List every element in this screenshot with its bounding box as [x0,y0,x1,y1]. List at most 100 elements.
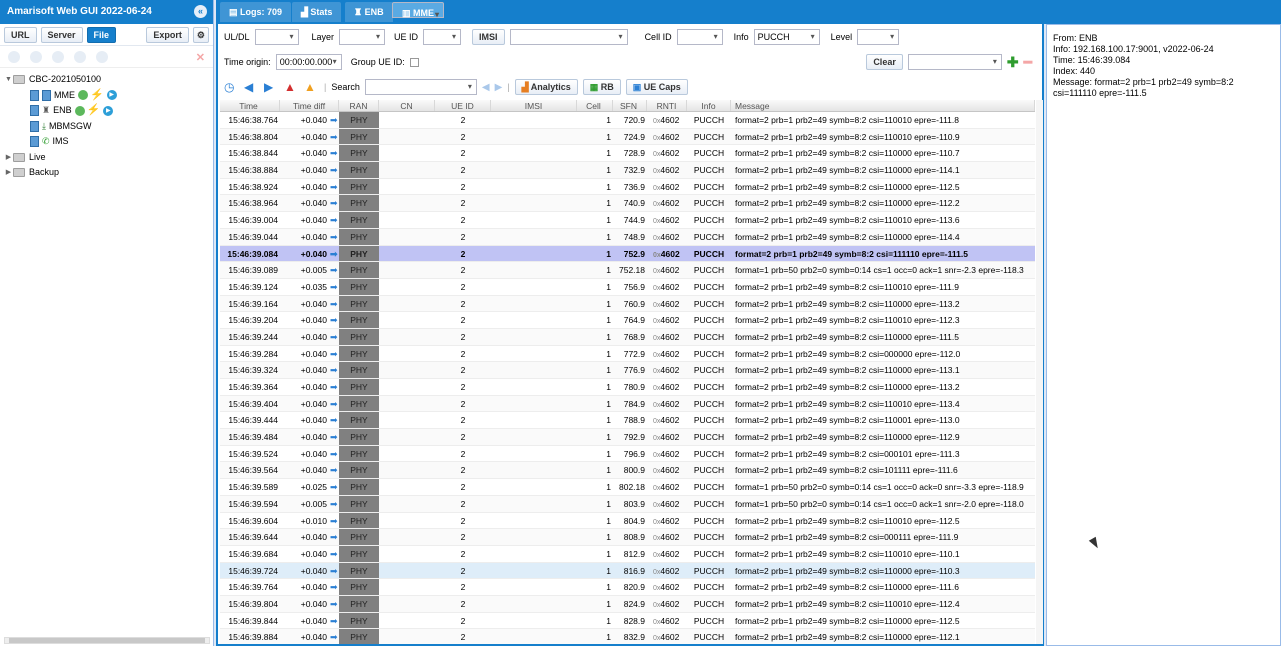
server-button[interactable]: Server [40,26,83,43]
check-icon[interactable] [30,50,42,63]
table-row[interactable]: 15:46:39.364 +0.040 ➡ PHY 2 1 780.9 0x4602 PUCCH… [220,379,1035,396]
uldl-select[interactable] [254,29,299,45]
table-row[interactable]: 15:46:39.004 +0.040 ➡ PHY 2 1 744.9 0x4602 PUCCH… [220,212,1035,229]
table-row[interactable]: 15:46:39.844 +0.040 ➡ PHY 2 1 828.9 0x4602 PUCCH… [220,612,1035,630]
column-cn[interactable]: CN [379,100,435,111]
table-row[interactable]: 15:46:39.594 +0.005 ➡ PHY 2 1 803.9 0x4602 PUCCH… [220,495,1035,513]
rb-button[interactable]: ▦ RB [582,79,621,95]
play-icon[interactable]: ▶ [106,90,117,101]
column-time[interactable]: Time [220,100,280,111]
analytics-button[interactable]: ▟ Analytics [514,79,578,95]
url-button[interactable]: URL [4,26,37,43]
table-row[interactable]: 15:46:39.589 +0.025 ➡ PHY 2 1 802.18 0x4602 PUCC… [220,479,1035,496]
table-row[interactable]: 15:46:39.404 +0.040 ➡ PHY 2 1 784.9 0x4602 PUCCH… [220,395,1035,413]
table-row[interactable]: 15:46:38.884 +0.040 ➡ PHY 2 1 732.9 0x4602 PUCCH… [220,162,1035,179]
layer-select[interactable] [339,29,386,45]
copy-icon[interactable] [52,50,64,63]
column-time-diff[interactable]: Time diff [280,100,339,111]
table-row[interactable]: 15:46:39.444 +0.040 ➡ PHY 2 1 788.9 0x4602 PUCCH… [220,412,1035,430]
collapsed-icon[interactable]: ▶ [4,165,13,181]
export-button[interactable]: Export [146,26,189,43]
error-icon[interactable]: ▲ [284,80,299,95]
table-row[interactable]: 15:46:39.164 +0.040 ➡ PHY 2 1 760.9 0x4602 PUCCH… [220,295,1035,313]
cellid-select[interactable] [676,29,723,45]
table-row[interactable]: 15:46:39.124 +0.035 ➡ PHY 2 1 756.9 0x4602 PUCCH… [220,278,1035,296]
horizontal-scrollbar[interactable] [4,637,210,644]
imsi-button[interactable]: IMSI [472,29,505,45]
table-row[interactable]: 15:46:39.084 +0.040 ➡ PHY 2 1 752.9 0x4602 PUCCH… [220,245,1035,263]
group-ueid-checkbox[interactable] [409,57,419,67]
collapsed-icon[interactable]: ▶ [4,150,13,166]
table-row[interactable]: 15:46:39.284 +0.040 ➡ PHY 2 1 772.9 0x4602 PUCCH… [220,345,1035,363]
table-row[interactable]: 15:46:39.044 +0.040 ➡ PHY 2 1 748.9 0x4602 PUCCH… [220,228,1035,246]
table-row[interactable]: 15:46:39.324 +0.040 ➡ PHY 2 1 776.9 0x4602 PUCCH… [220,362,1035,379]
table-row[interactable]: 15:46:39.564 +0.040 ➡ PHY 2 1 800.9 0x4602 PUCCH… [220,462,1035,480]
table-row[interactable]: 15:46:39.089 +0.005 ➡ PHY 2 1 752.18 0x4602 PUCC… [220,262,1035,279]
prev-result-icon[interactable]: ◀ [482,82,490,93]
settings-icon[interactable]: ⚙ [192,26,209,43]
tab-stats[interactable]: ▟ Stats [292,2,342,22]
table-row[interactable]: 15:46:39.884 +0.040 ➡ PHY 2 1 832.9 0x4602 PUCCH… [220,629,1035,644]
file-button[interactable]: File [86,26,117,43]
info-select[interactable]: PUCCH [753,29,820,45]
cell-message: format=2 prb=1 prb2=49 symb=8:2 csi=1100… [735,365,960,376]
table-row[interactable]: 15:46:39.764 +0.040 ➡ PHY 2 1 820.9 0x4602 PUCCH… [220,579,1035,596]
table-row[interactable]: 15:46:39.244 +0.040 ➡ PHY 2 1 768.9 0x4602 PUCCH… [220,328,1035,346]
search-input[interactable] [364,79,477,95]
filter-preset-select[interactable] [907,54,1002,70]
clock-icon[interactable]: ◷ [224,80,239,95]
next-result-icon[interactable]: ▶ [495,82,503,93]
remove-icon[interactable]: ━ [1024,55,1032,69]
table-row[interactable]: 15:46:39.484 +0.040 ➡ PHY 2 1 792.9 0x4602 PUCCH… [220,429,1035,446]
column-message[interactable]: Message [731,100,1035,111]
time-origin-input[interactable]: 00:00:00.000 [275,54,342,70]
play-icon[interactable]: ▶ [103,105,114,116]
tree-item-mme[interactable]: MME ⚡ ▶ [0,88,213,104]
tab-mme[interactable]: ▥ MME [392,2,445,25]
column-ueid[interactable]: UE ID [435,100,491,111]
column-cell[interactable]: Cell [577,100,613,111]
table-row[interactable]: 15:46:39.804 +0.040 ➡ PHY 2 1 824.9 0x4602 PUCCH… [220,595,1035,613]
clear-button[interactable]: Clear [866,54,903,70]
table-row[interactable]: 15:46:39.724 +0.040 ➡ PHY 2 1 816.9 0x4602 PUCCH… [220,562,1035,580]
uecaps-button[interactable]: ▣ UE Caps [625,79,688,95]
edit-icon[interactable] [8,50,20,63]
table-row[interactable]: 15:46:38.924 +0.040 ➡ PHY 2 1 736.9 0x4602 PUCCH… [220,178,1035,196]
tab-enb[interactable]: ♜ ENB [345,2,393,22]
refresh-icon[interactable] [74,50,86,63]
table-row[interactable]: 15:46:39.684 +0.040 ➡ PHY 2 1 812.9 0x4602 PUCCH… [220,545,1035,563]
table-row[interactable]: 15:46:38.764 +0.040 ➡ PHY 2 1 720.9 0x4602 PUCCH… [220,112,1035,129]
tree-item-ims[interactable]: ✆ IMS [0,134,213,150]
tree-item-mbmsgw[interactable]: ⤓ MBMSGW [0,119,213,135]
tree-item-enb[interactable]: ♜ ENB ⚡ ▶ [0,103,213,119]
column-imsi[interactable]: IMSI [491,100,577,111]
table-row[interactable]: 15:46:39.524 +0.040 ➡ PHY 2 1 796.9 0x4602 PUCCH… [220,445,1035,463]
ueid-select[interactable] [423,29,462,45]
collapse-icon[interactable]: « [194,5,207,18]
delete-icon[interactable]: ✕ [196,51,205,64]
plugin-icon[interactable] [96,50,108,63]
table-row[interactable]: 15:46:38.964 +0.040 ➡ PHY 2 1 740.9 0x4602 PUCCH… [220,195,1035,213]
column-sfn[interactable]: SFN [613,100,647,111]
expanded-icon[interactable]: ▼ [4,72,13,88]
tree-root[interactable]: ▼ CBC-2021050100 [0,72,213,88]
table-row[interactable]: 15:46:39.204 +0.040 ➡ PHY 2 1 764.9 0x4602 PUCCH… [220,312,1035,329]
table-row[interactable]: 15:46:38.804 +0.040 ➡ PHY 2 1 724.9 0x4602 PUCCH… [220,128,1035,146]
table-row[interactable]: 15:46:39.604 +0.010 ➡ PHY 2 1 804.9 0x4602 PUCCH… [220,512,1035,530]
rnti-value: 4602 [660,415,680,426]
vertical-scrollbar[interactable] [1036,100,1043,644]
add-icon[interactable]: ✚ [1007,55,1019,69]
tree-item-live[interactable]: ▶ Live [0,150,213,166]
table-row[interactable]: 15:46:39.644 +0.040 ➡ PHY 2 1 808.9 0x4602 PUCCH… [220,529,1035,546]
column-rnti[interactable]: RNTI [647,100,687,111]
arrow-right-icon[interactable]: ▶ [264,80,279,95]
tree-item-backup[interactable]: ▶ Backup [0,165,213,181]
column-info[interactable]: Info [687,100,731,111]
column-ran[interactable]: RAN [339,100,379,111]
imsi-select[interactable] [509,29,628,45]
arrow-left-icon[interactable]: ◀ [244,80,259,95]
table-row[interactable]: 15:46:38.844 +0.040 ➡ PHY 2 1 728.9 0x4602 PUCCH… [220,145,1035,163]
level-select[interactable] [857,29,900,45]
tab-logs[interactable]: ▤ Logs: 709 [220,2,292,22]
warning-icon[interactable]: ▲ [304,80,319,95]
